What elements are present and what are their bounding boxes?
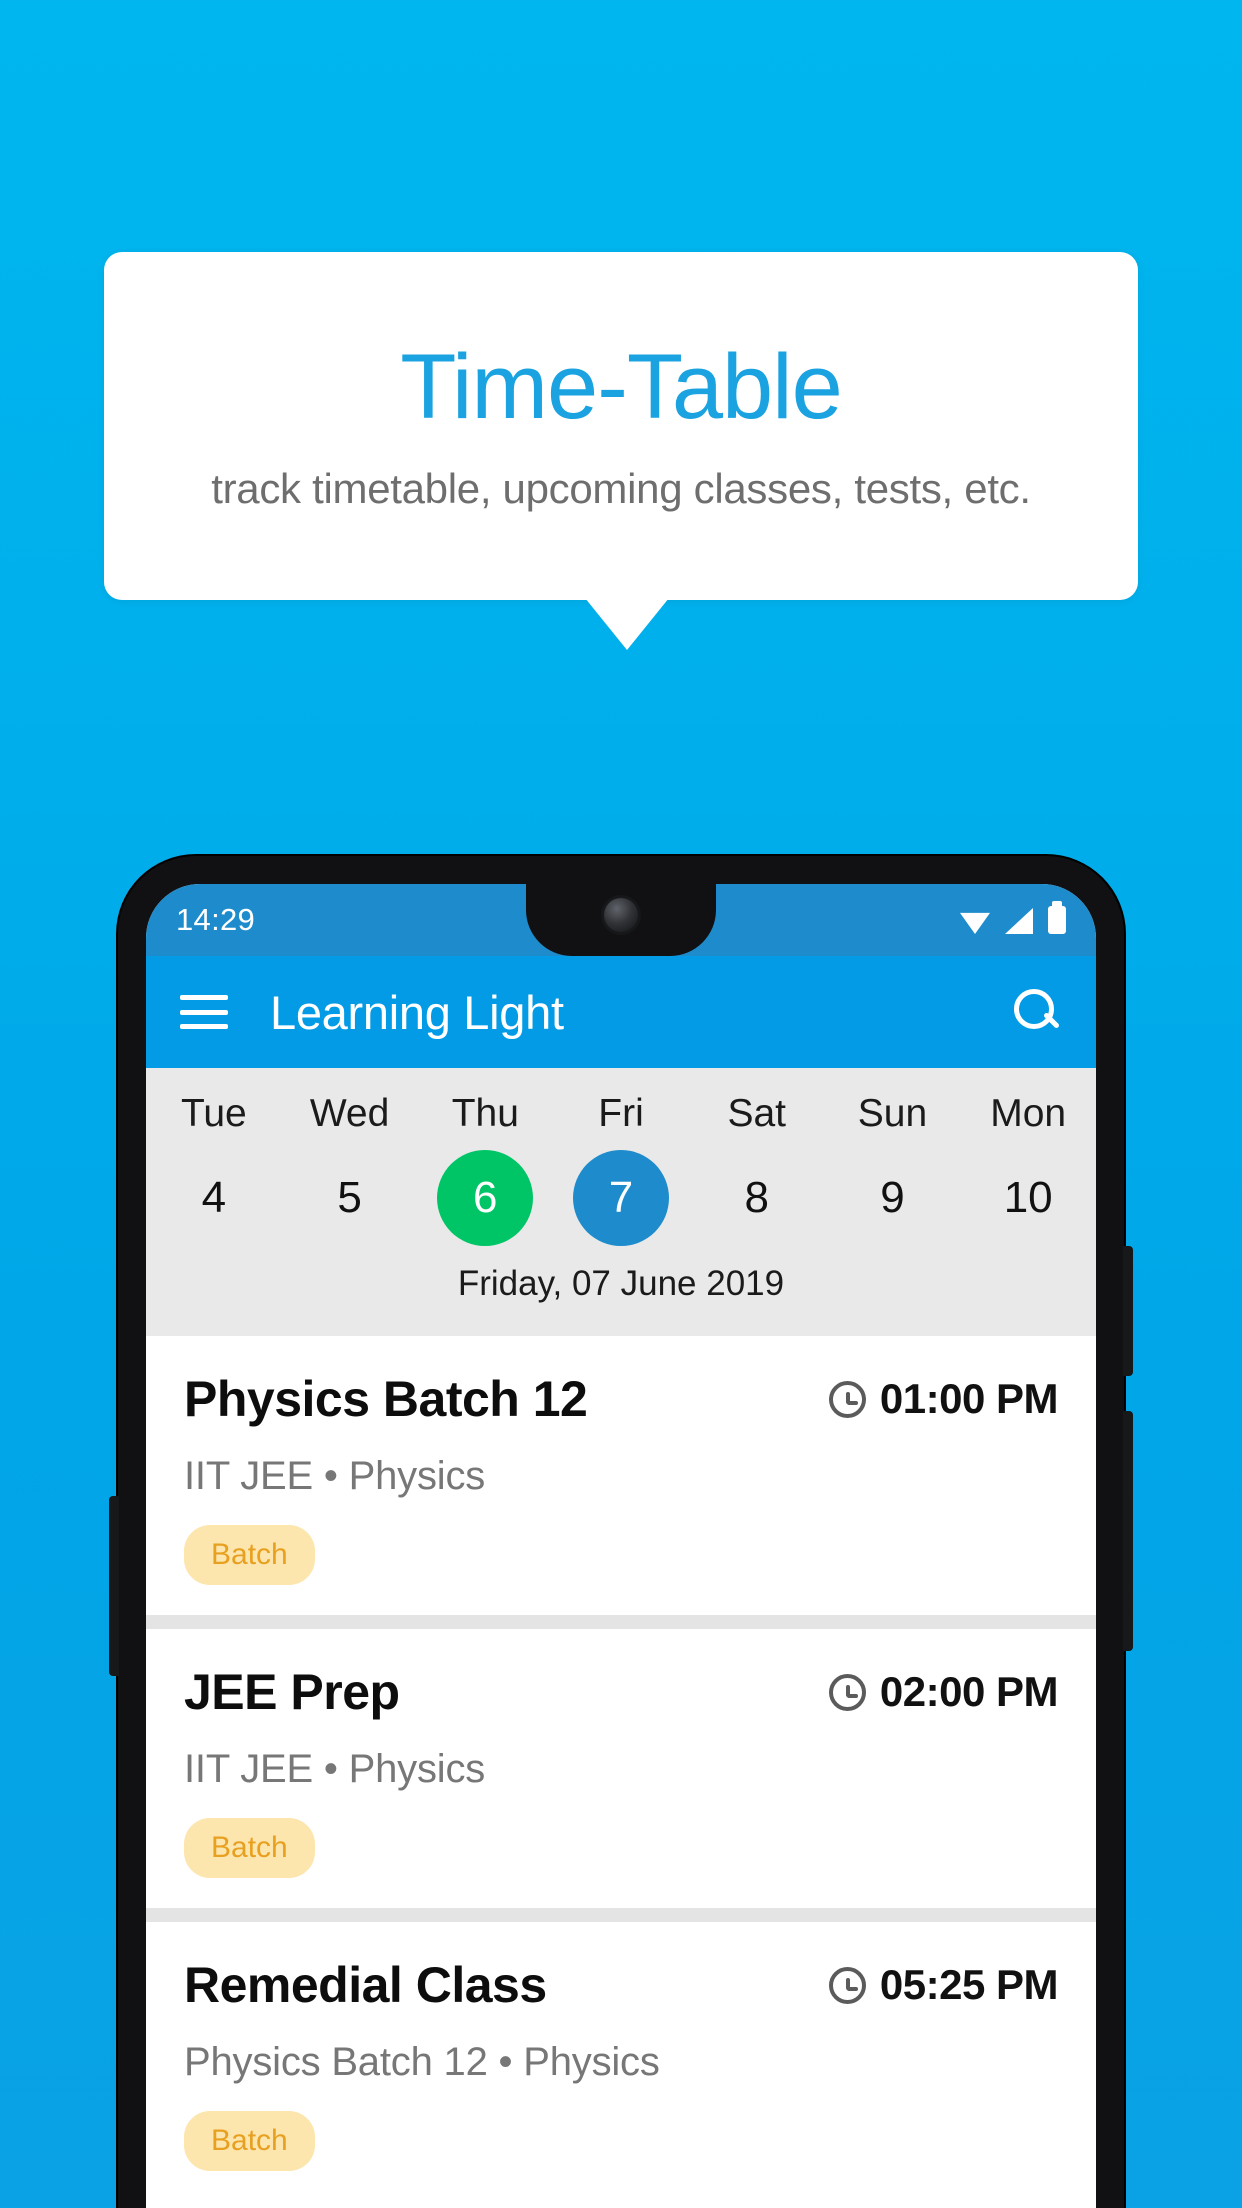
status-time: 14:29	[176, 902, 256, 937]
date-cell[interactable]: 4	[146, 1146, 282, 1250]
search-icon[interactable]	[1012, 987, 1062, 1037]
class-time: 05:25 PM	[879, 1961, 1059, 2008]
app-bar: Learning Light	[146, 956, 1096, 1068]
weekday-label: Fri	[598, 1092, 644, 1135]
status-badge: Batch	[184, 1525, 315, 1585]
date-row: 4 5 6 7 8 9 10	[146, 1146, 1096, 1250]
date-cell[interactable]: 5	[282, 1146, 418, 1250]
weekday-label: Tue	[180, 1092, 247, 1135]
phone-mockup: 14:29 Learning Light Tue Wed Thu Fri Sat	[109, 856, 1133, 2208]
front-camera	[604, 898, 638, 932]
selected-date-label: Friday, 07 June 2019	[457, 1264, 785, 1303]
class-time: 02:00 PM	[879, 1668, 1059, 1715]
signal-icon	[1005, 908, 1033, 934]
card-header: Physics Batch 12 01:00 PM	[184, 1370, 1059, 1428]
battery-icon	[1048, 901, 1066, 934]
date-cell-selected[interactable]: 7	[553, 1146, 689, 1250]
weekday-label: Thu	[451, 1092, 519, 1135]
date-number: 9	[880, 1173, 905, 1222]
phone-notch	[526, 884, 716, 956]
class-time-group: 05:25 PM	[828, 1961, 1059, 2009]
page-subtitle: track timetable, upcoming classes, tests…	[211, 465, 1031, 513]
weekday-label: Sat	[727, 1092, 786, 1135]
status-badge: Batch	[184, 1818, 315, 1878]
class-title: Remedial Class	[184, 1957, 547, 2013]
card-header: JEE Prep 02:00 PM	[184, 1663, 1059, 1721]
class-subtitle: IIT JEE • Physics	[184, 1454, 486, 1498]
date-number: 10	[1003, 1173, 1053, 1222]
bubble-tail	[585, 598, 669, 650]
date-number: 4	[201, 1173, 227, 1222]
class-list: Physics Batch 12 01:00 PM IIT JEE • Phys…	[146, 1336, 1096, 2201]
date-cell[interactable]: 10	[960, 1146, 1096, 1250]
phone-screen: 14:29 Learning Light Tue Wed Thu Fri Sat	[146, 884, 1096, 2208]
class-title: JEE Prep	[184, 1664, 400, 1720]
class-time: 01:00 PM	[879, 1375, 1059, 1422]
promo-bubble: Time-Table track timetable, upcoming cla…	[104, 252, 1138, 600]
class-time-group: 02:00 PM	[828, 1668, 1059, 1716]
class-subtitle: Physics Batch 12 • Physics	[184, 2040, 660, 2084]
phone-power-button	[1123, 1411, 1133, 1651]
class-subtitle: IIT JEE • Physics	[184, 1747, 486, 1791]
date-number: 6	[437, 1150, 534, 1246]
page-title: Time-Table	[400, 335, 843, 438]
clock-icon	[828, 1966, 866, 2004]
date-number: 8	[744, 1173, 769, 1222]
date-cell-today[interactable]: 6	[417, 1146, 553, 1250]
weekday-label: Mon	[990, 1092, 1067, 1135]
class-time-group: 01:00 PM	[828, 1375, 1059, 1423]
calendar-strip: Tue Wed Thu Fri Sat Sun Mon 4 5 6 7 8 9 …	[146, 1068, 1096, 1336]
date-cell[interactable]: 9	[825, 1146, 961, 1250]
app-title: Learning Light	[270, 985, 564, 1039]
wifi-icon	[960, 910, 990, 934]
class-title: Physics Batch 12	[184, 1371, 588, 1427]
date-number: 5	[337, 1173, 362, 1222]
hamburger-menu-icon[interactable]	[180, 995, 228, 1029]
weekday-row: Tue Wed Thu Fri Sat Sun Mon	[146, 1086, 1096, 1146]
list-item[interactable]: JEE Prep 02:00 PM IIT JEE • Physics Batc…	[146, 1629, 1096, 1908]
weekday-label: Wed	[309, 1092, 390, 1135]
list-item[interactable]: Remedial Class 05:25 PM Physics Batch 12…	[146, 1922, 1096, 2201]
clock-icon	[828, 1380, 866, 1418]
clock-icon	[828, 1673, 866, 1711]
card-header: Remedial Class 05:25 PM	[184, 1956, 1059, 2014]
date-cell[interactable]: 8	[689, 1146, 825, 1250]
list-item[interactable]: Physics Batch 12 01:00 PM IIT JEE • Phys…	[146, 1336, 1096, 1615]
date-number: 7	[573, 1150, 670, 1246]
status-icons	[960, 901, 1066, 934]
status-badge: Batch	[184, 2111, 315, 2171]
weekday-label: Sun	[857, 1092, 928, 1135]
